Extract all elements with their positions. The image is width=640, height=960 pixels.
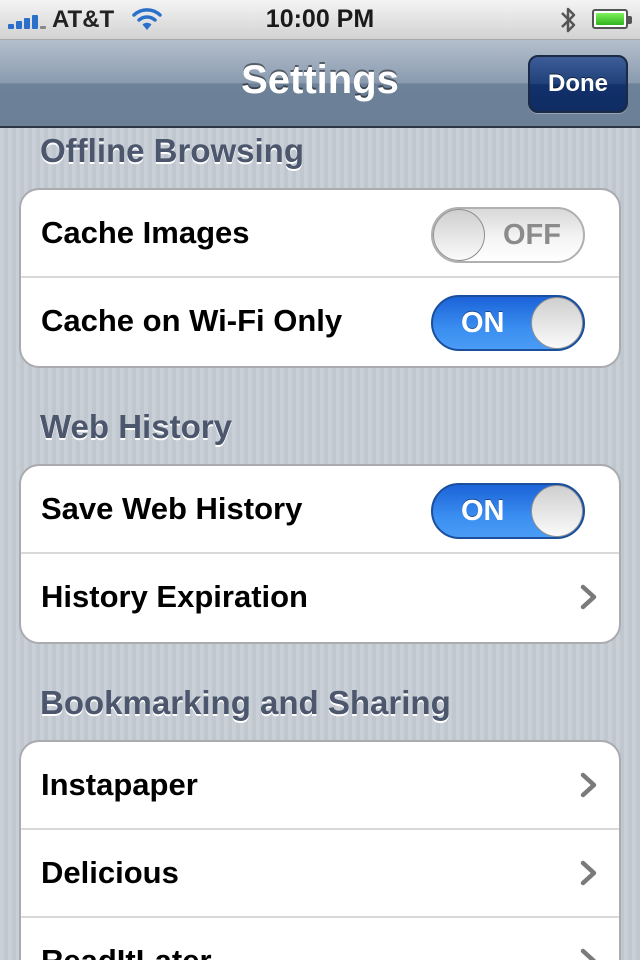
bookmarking-sharing-group: Instapaper Delicious ReadItLater (19, 740, 621, 960)
delicious-row[interactable]: Delicious (21, 830, 619, 918)
history-expiration-row[interactable]: History Expiration (21, 554, 619, 642)
clock: 10:00 PM (265, 5, 375, 33)
status-bar: AT&T 10:00 PM (0, 0, 640, 40)
save-web-history-row: Save Web History ON (21, 466, 619, 554)
navigation-bar: Settings Done (0, 40, 640, 128)
section-header-offline-browsing: Offline Browsing (40, 132, 304, 169)
switch-state-text: OFF (503, 219, 561, 251)
delicious-label: Delicious (41, 855, 179, 890)
chevron-right-icon (580, 772, 597, 798)
section-header-web-history: Web History (40, 408, 232, 445)
switch-knob (531, 297, 583, 349)
readitlater-row[interactable]: ReadItLater (21, 918, 619, 960)
chevron-right-icon (580, 584, 597, 610)
cache-wifi-only-label: Cache on Wi-Fi Only (41, 303, 343, 338)
cache-wifi-only-switch[interactable]: ON (431, 295, 585, 351)
chevron-right-icon (580, 948, 597, 960)
bluetooth-icon (561, 7, 576, 33)
done-button[interactable]: Done (528, 55, 628, 113)
cache-images-label: Cache Images (41, 215, 250, 250)
web-history-group: Save Web History ON History Expiration (19, 464, 621, 644)
cache-wifi-only-row: Cache on Wi-Fi Only ON (21, 278, 619, 366)
offline-browsing-group: Cache Images OFF Cache on Wi-Fi Only ON (19, 188, 621, 368)
switch-knob (433, 209, 485, 261)
cache-images-row: Cache Images OFF (21, 190, 619, 278)
switch-state-text: ON (461, 495, 505, 527)
chevron-right-icon (580, 860, 597, 886)
history-expiration-label: History Expiration (41, 579, 308, 614)
save-web-history-switch[interactable]: ON (431, 483, 585, 539)
battery-icon (592, 9, 632, 29)
instapaper-label: Instapaper (41, 767, 198, 802)
cache-images-switch[interactable]: OFF (431, 207, 585, 263)
switch-state-text: ON (461, 307, 505, 339)
readitlater-label: ReadItLater (41, 943, 212, 960)
switch-knob (531, 485, 583, 537)
save-web-history-label: Save Web History (41, 491, 303, 526)
section-header-bookmarking-sharing: Bookmarking and Sharing (40, 684, 451, 721)
instapaper-row[interactable]: Instapaper (21, 742, 619, 830)
